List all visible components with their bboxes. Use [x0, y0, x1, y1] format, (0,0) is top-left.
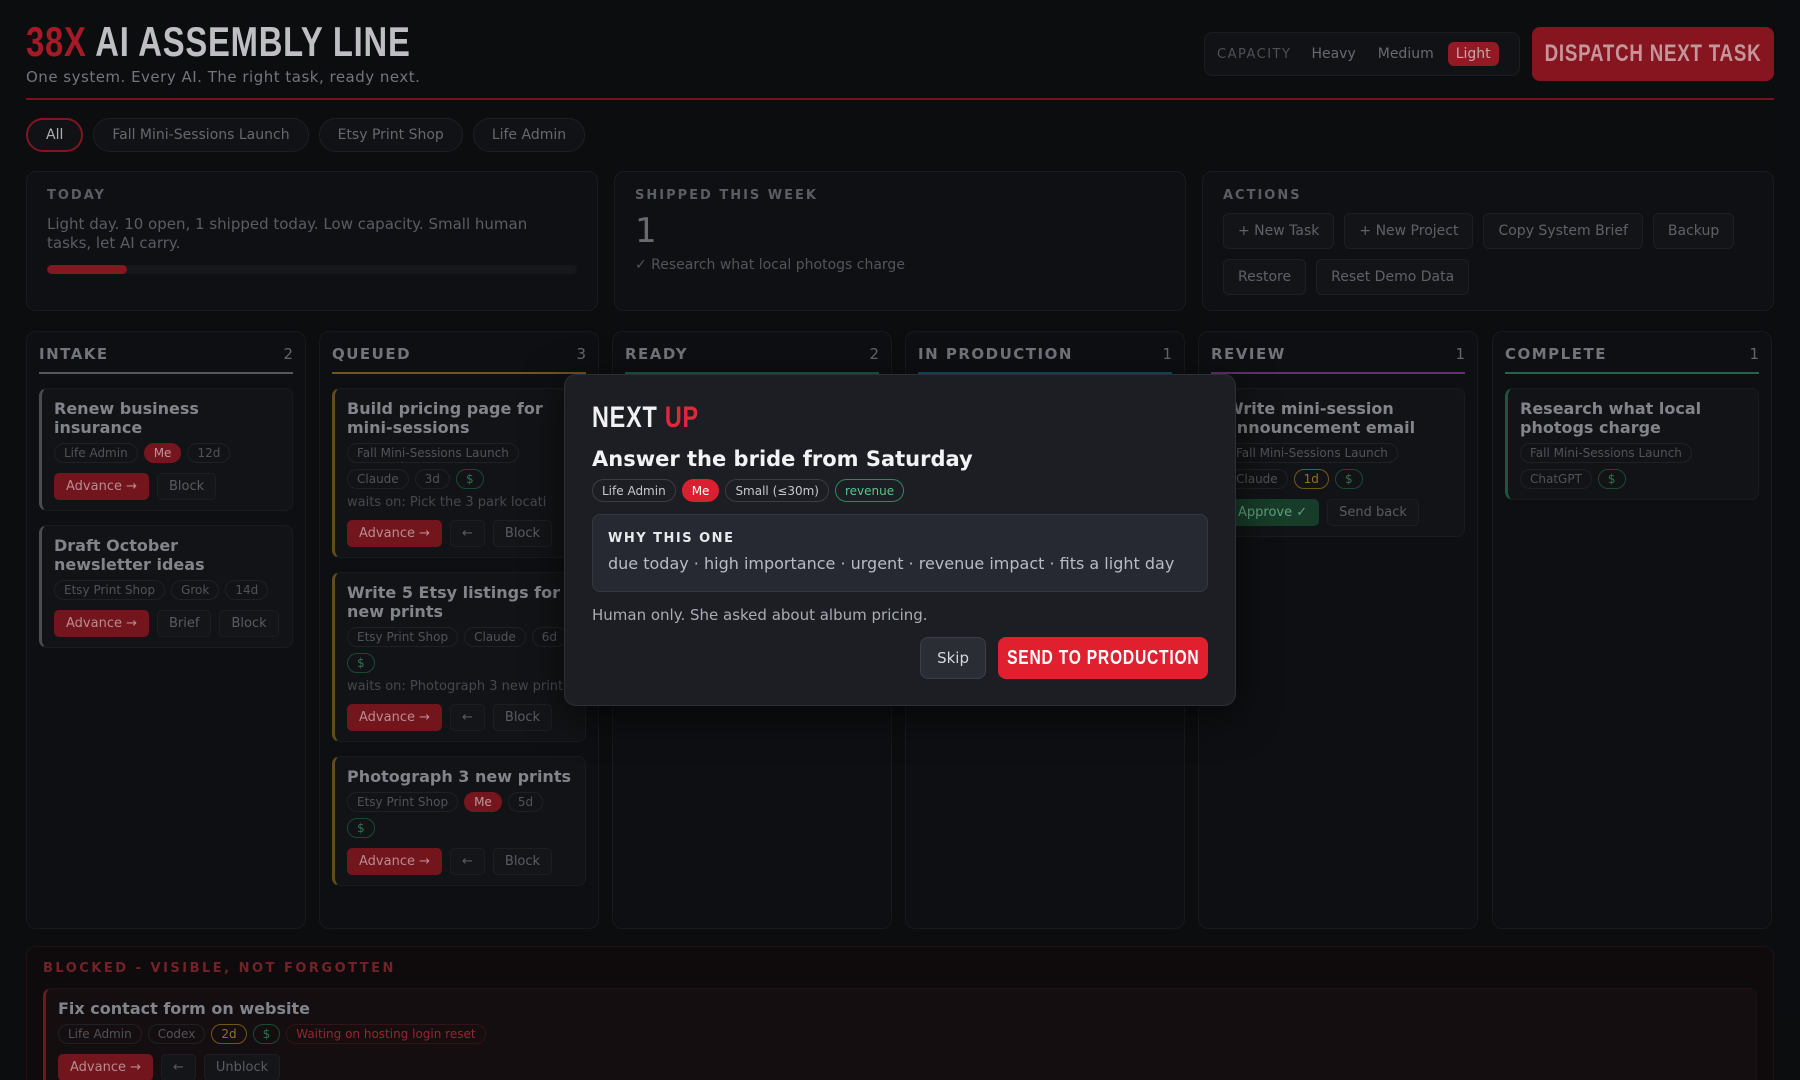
owner-tag: Me — [681, 479, 720, 502]
next-up-modal: NEXT UP Answer the bride from Saturday L… — [564, 374, 1236, 706]
modal-kicker: NEXT UP — [592, 401, 699, 434]
why-this-one-box: WHY THIS ONE due today · high importance… — [592, 514, 1208, 592]
send-to-production-button[interactable]: SEND TO PRODUCTION — [998, 637, 1208, 679]
revenue-tag: revenue — [834, 479, 905, 502]
size-tag: Small (≤30m) — [725, 479, 829, 502]
why-label: WHY THIS ONE — [608, 531, 735, 546]
project-tag: Life Admin — [592, 479, 676, 502]
modal-tags: Life Admin Me Small (≤30m) revenue — [592, 479, 1208, 502]
modal-task-title: Answer the bride from Saturday — [592, 447, 973, 471]
skip-button[interactable]: Skip — [920, 637, 986, 679]
why-reasons: due today · high importance · urgent · r… — [608, 554, 1175, 573]
task-note: Human only. She asked about album pricin… — [592, 606, 928, 624]
